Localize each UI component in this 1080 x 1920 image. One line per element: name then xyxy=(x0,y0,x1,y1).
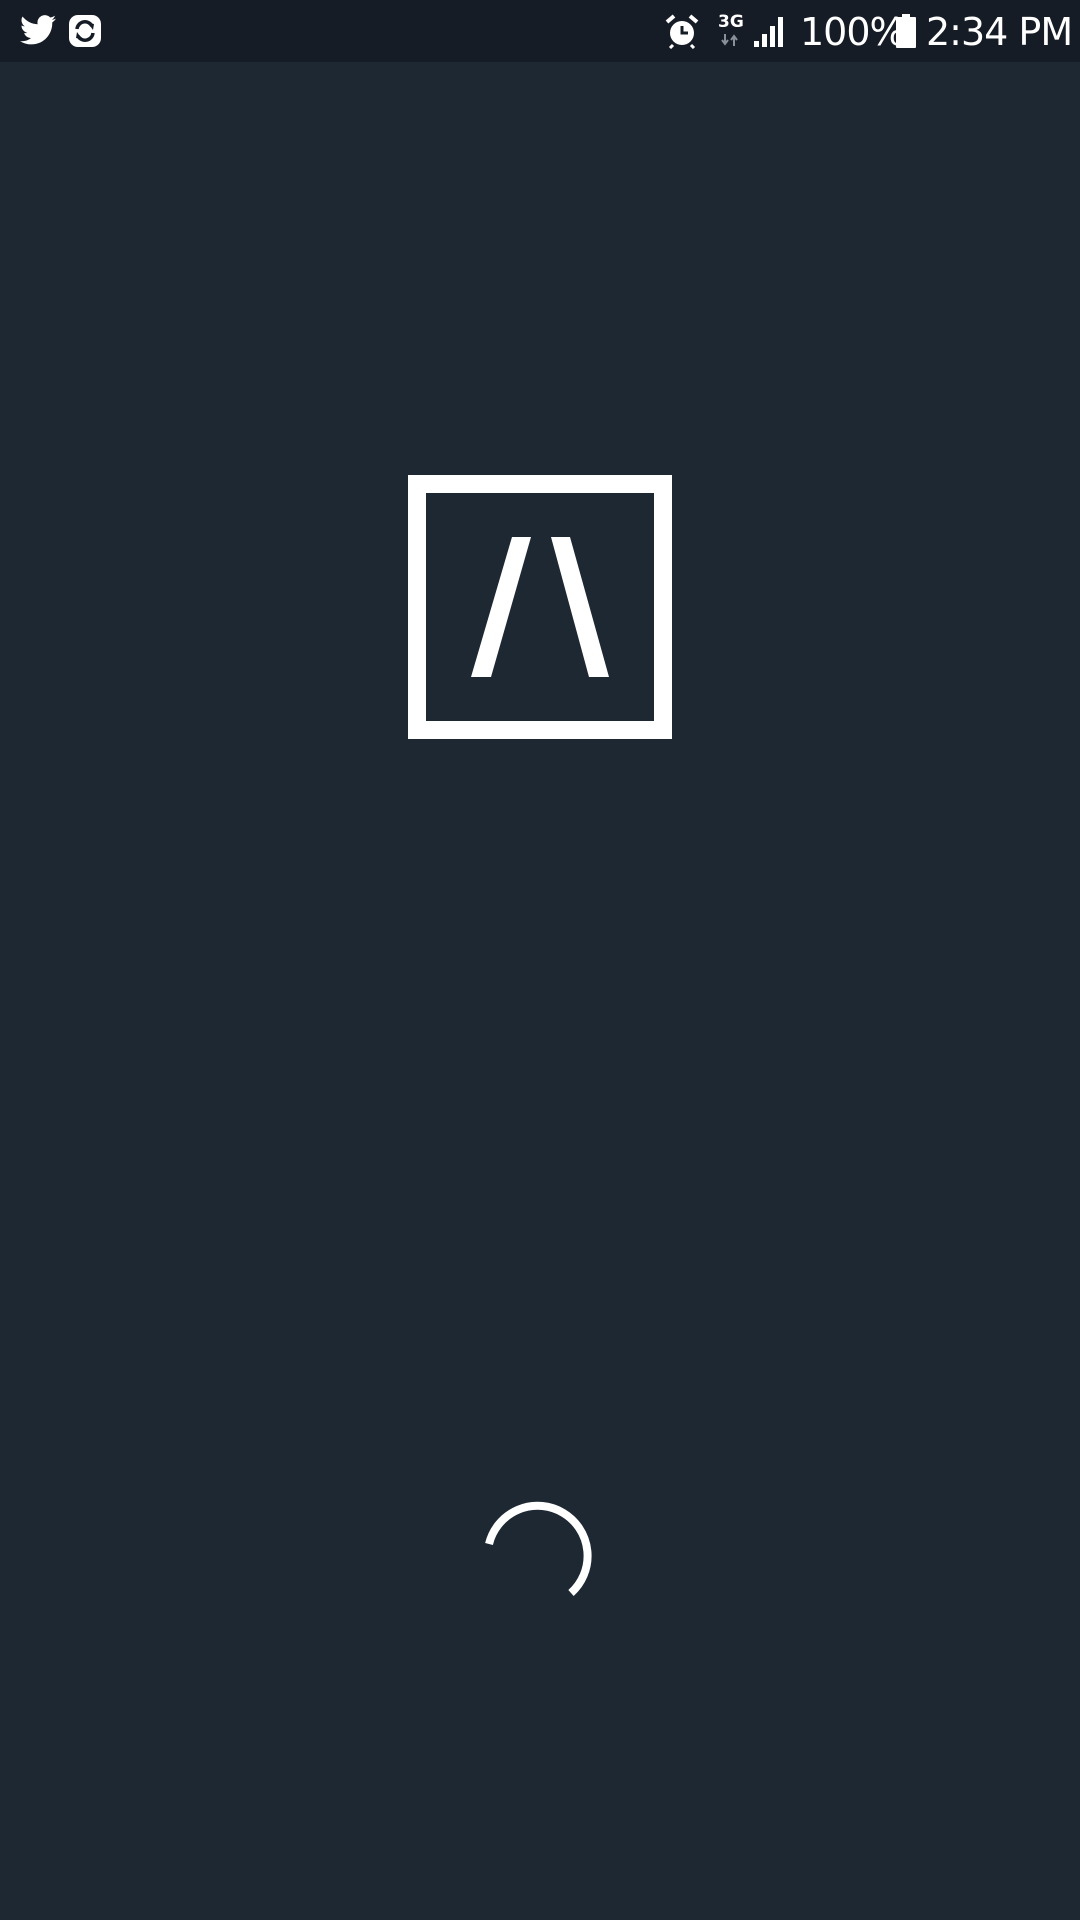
alarm-icon xyxy=(664,13,700,49)
status-bar: 3G 100% 2:34 PM xyxy=(0,0,1080,62)
network-type-label: 3G xyxy=(718,12,744,32)
twitter-icon xyxy=(20,14,56,46)
data-activity-icon xyxy=(720,34,740,46)
battery-percent: 100% xyxy=(800,10,906,54)
sync-icon xyxy=(68,14,102,48)
clock: 2:34 PM xyxy=(926,10,1073,54)
battery-icon xyxy=(896,14,916,48)
loading-spinner xyxy=(483,1498,597,1612)
app-logo xyxy=(408,475,672,739)
signal-icon xyxy=(754,15,786,47)
